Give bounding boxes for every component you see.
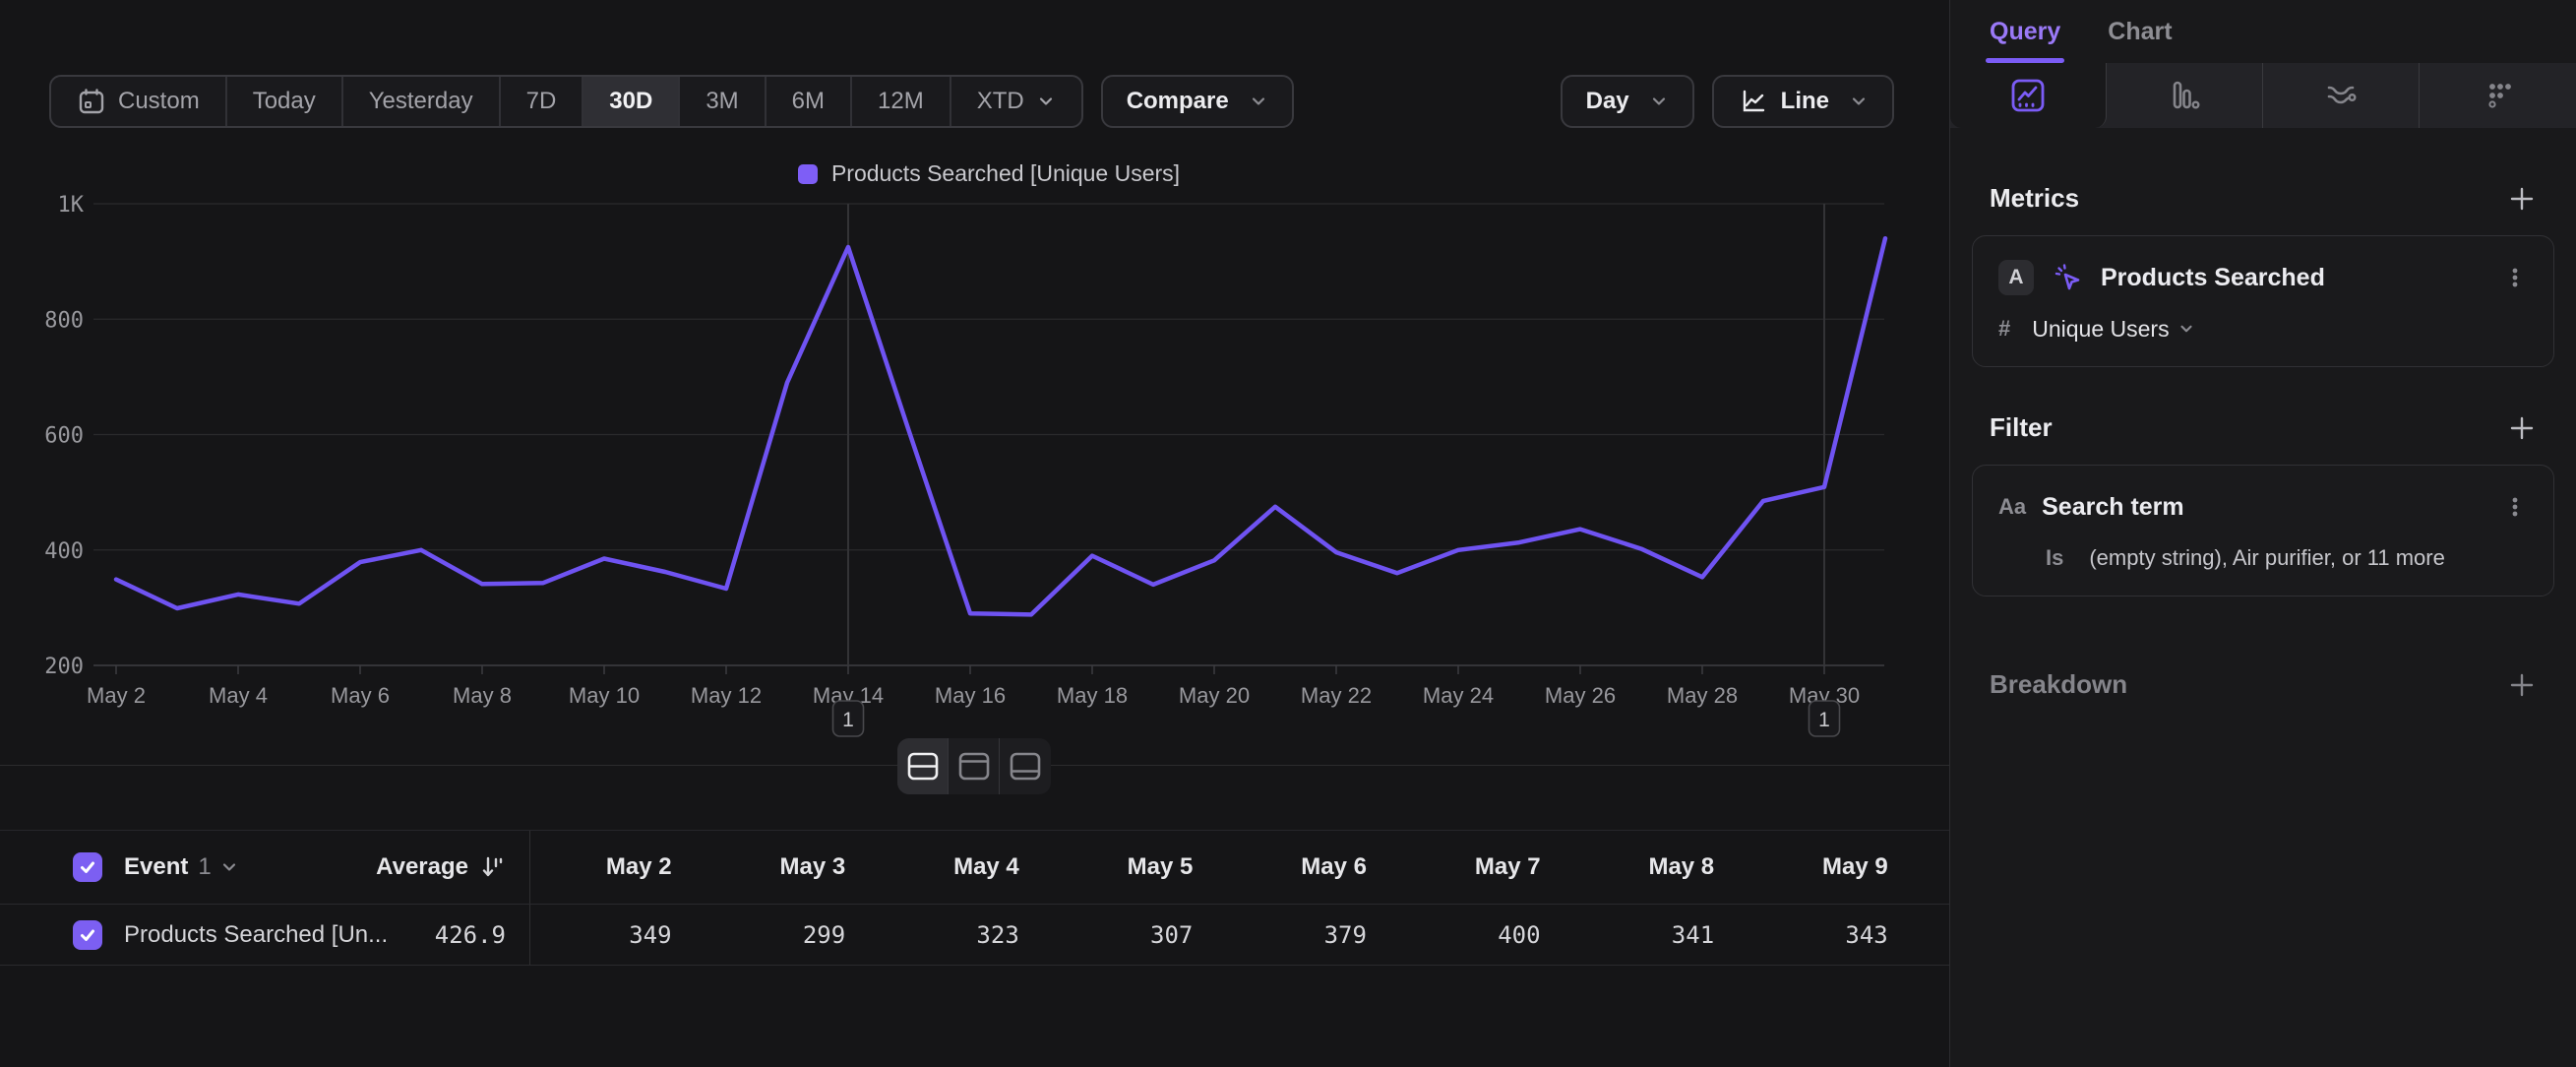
date-column-header: May 4 bbox=[878, 831, 1052, 904]
layout-panel-top-button[interactable] bbox=[949, 738, 1000, 794]
retention-dots-icon bbox=[2480, 77, 2517, 114]
table-row-fixed-cell: Products Searched [Un... 426.9 bbox=[0, 905, 530, 965]
add-breakdown-button[interactable] bbox=[2507, 670, 2537, 700]
value-cell: 299 bbox=[705, 905, 879, 965]
layout-panel-bottom-button[interactable] bbox=[1000, 738, 1051, 794]
annotation-badge-label: 1 bbox=[842, 709, 854, 731]
metric-letter-badge: A bbox=[1998, 260, 2034, 295]
value-cell: 323 bbox=[878, 905, 1052, 965]
table-header-fixed-cell: Event 1 Average bbox=[0, 831, 530, 904]
date-column-header: May 7 bbox=[1399, 831, 1573, 904]
date-column-header: May 5 bbox=[1052, 831, 1226, 904]
x-axis-tick-label: May 10 bbox=[569, 683, 640, 708]
x-axis-tick-label: May 28 bbox=[1667, 683, 1738, 708]
line-chart[interactable]: 200 400 600 800 1K May 2 May 4 May 6 May 8 May 10… bbox=[0, 0, 1949, 787]
split-rows-icon bbox=[907, 752, 939, 781]
add-metric-button[interactable] bbox=[2507, 184, 2537, 214]
panel-bottom-icon bbox=[1010, 752, 1041, 781]
metric-card[interactable]: A Products Searched # Unique Users bbox=[1972, 235, 2554, 367]
value-cell: 307 bbox=[1052, 905, 1226, 965]
aggregation-hash: # bbox=[1998, 316, 2010, 342]
y-axis-tick-label: 400 bbox=[44, 539, 84, 564]
breakdown-heading: Breakdown bbox=[1990, 669, 2127, 700]
filter-value[interactable]: (empty string), Air purifier, or 11 more bbox=[2089, 545, 2445, 571]
breakdown-section-header: Breakdown bbox=[1990, 669, 2537, 700]
x-axis-tick-label: May 24 bbox=[1423, 683, 1494, 708]
layout-toggle-group bbox=[897, 738, 1051, 794]
string-type-icon: Aa bbox=[1998, 494, 2026, 520]
viz-tab-insights[interactable] bbox=[1950, 63, 2107, 128]
row-checkbox[interactable] bbox=[73, 920, 102, 950]
table-date-headers: May 2May 3May 4May 5May 6May 7May 8May 9 bbox=[530, 831, 1949, 904]
aggregation-selector[interactable]: Unique Users bbox=[2032, 316, 2169, 343]
average-column-label: Average bbox=[376, 853, 468, 881]
viz-tab-flows[interactable] bbox=[2263, 63, 2420, 128]
date-column-header: May 6 bbox=[1225, 831, 1399, 904]
query-panel: Query Chart Metrics A bbox=[1949, 0, 2576, 1067]
panel-tab-bar: Query Chart bbox=[1950, 0, 2576, 63]
y-axis-tick-label: 1K bbox=[58, 193, 85, 218]
x-axis-tick-label: May 4 bbox=[209, 683, 268, 708]
series-row-label: Products Searched [Un... bbox=[124, 921, 388, 949]
filter-operator[interactable]: Is bbox=[2046, 545, 2063, 571]
sort-descending-icon[interactable] bbox=[478, 853, 506, 881]
flows-icon bbox=[2322, 77, 2360, 114]
filter-property-title: Search term bbox=[2042, 493, 2184, 522]
metric-title: Products Searched bbox=[2101, 264, 2325, 292]
filter-heading: Filter bbox=[1990, 412, 2053, 443]
x-axis-tick-label: May 12 bbox=[691, 683, 762, 708]
results-table: Event 1 Average May 2May 3May 4May 5May … bbox=[0, 830, 1949, 966]
viz-tab-retention[interactable] bbox=[2420, 63, 2576, 128]
select-all-checkbox[interactable] bbox=[73, 852, 102, 882]
add-filter-button[interactable] bbox=[2507, 413, 2537, 443]
series-line[interactable] bbox=[116, 238, 1885, 614]
value-cell: 343 bbox=[1747, 905, 1921, 965]
layout-split-rows-button[interactable] bbox=[897, 738, 949, 794]
value-cell: 400 bbox=[1399, 905, 1573, 965]
value-cell: 341 bbox=[1573, 905, 1748, 965]
visualization-tab-strip bbox=[1950, 63, 2576, 128]
x-axis-tick-label: May 20 bbox=[1179, 683, 1250, 708]
kebab-menu-icon[interactable] bbox=[2502, 494, 2528, 520]
tab-query[interactable]: Query bbox=[1990, 0, 2060, 63]
filter-card[interactable]: Aa Search term Is (empty string), Air pu… bbox=[1972, 465, 2554, 596]
metrics-section-header: Metrics bbox=[1990, 183, 2537, 214]
event-column-label: Event bbox=[124, 853, 188, 881]
tab-chart[interactable]: Chart bbox=[2108, 0, 2172, 63]
x-axis-tick-label: May 18 bbox=[1057, 683, 1128, 708]
event-cursor-icon bbox=[2052, 261, 2085, 294]
funnel-bars-icon bbox=[2166, 77, 2203, 114]
x-axis-tick-label: May 8 bbox=[453, 683, 512, 708]
x-axis-tick-label: May 16 bbox=[935, 683, 1006, 708]
average-value: 426.9 bbox=[435, 921, 506, 949]
date-column-header: May 9 bbox=[1747, 831, 1921, 904]
panel-top-icon bbox=[958, 752, 990, 781]
y-axis-tick-label: 600 bbox=[44, 424, 84, 449]
x-axis-tick-label: May 26 bbox=[1545, 683, 1616, 708]
filter-section-header: Filter bbox=[1990, 412, 2537, 443]
date-column-header: May 2 bbox=[530, 831, 705, 904]
date-column-header: May 3 bbox=[705, 831, 879, 904]
metrics-heading: Metrics bbox=[1990, 183, 2079, 214]
viz-tab-funnels[interactable] bbox=[2107, 63, 2263, 128]
x-axis-tick-label: May 22 bbox=[1301, 683, 1372, 708]
annotation-badge-label: 1 bbox=[1818, 709, 1830, 731]
value-cell: 349 bbox=[530, 905, 705, 965]
table-row[interactable]: Products Searched [Un... 426.9 349299323… bbox=[0, 905, 1949, 966]
date-column-header: May 8 bbox=[1573, 831, 1748, 904]
panel-content: Metrics A Products Searched # Unique Use… bbox=[1950, 183, 2576, 700]
x-axis-tick-label: May 6 bbox=[331, 683, 390, 708]
y-axis-tick-label: 800 bbox=[44, 308, 84, 333]
x-axis-tick-label: May 2 bbox=[87, 683, 146, 708]
main-area: CustomTodayYesterday7D30D3M6M12MXTD Comp… bbox=[0, 0, 1949, 1067]
chevron-down-icon bbox=[2177, 320, 2195, 338]
y-axis-tick-label: 200 bbox=[44, 655, 84, 679]
table-header-row: Event 1 Average May 2May 3May 4May 5May … bbox=[0, 830, 1949, 905]
event-count: 1 bbox=[198, 853, 211, 881]
kebab-menu-icon[interactable] bbox=[2502, 265, 2528, 290]
table-row-values: 349299323307379400341343 bbox=[530, 905, 1949, 965]
value-cell: 379 bbox=[1225, 905, 1399, 965]
chevron-down-icon[interactable] bbox=[219, 857, 239, 877]
insights-line-chart-icon bbox=[2009, 77, 2047, 114]
